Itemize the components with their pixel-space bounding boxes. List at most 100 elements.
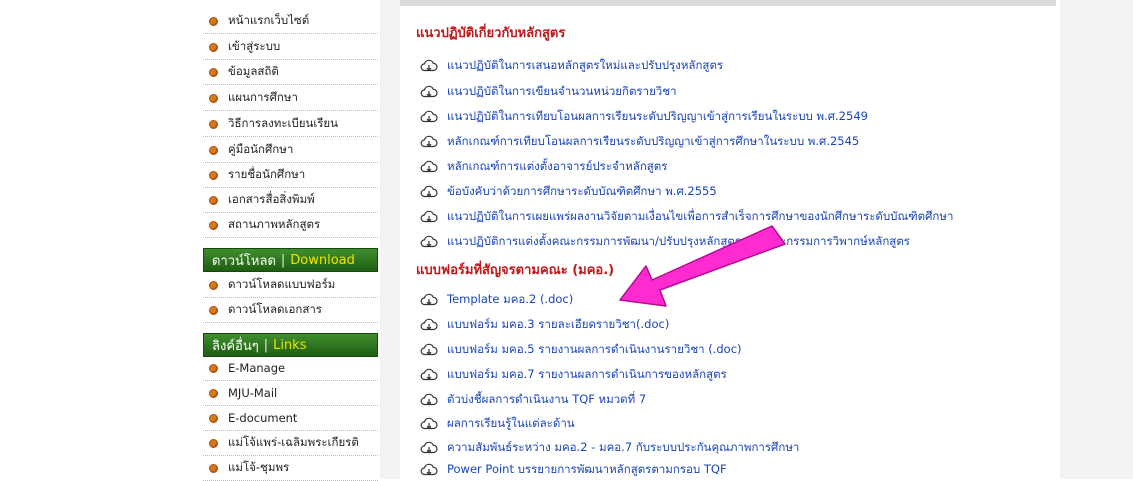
cloud-download-icon bbox=[420, 59, 438, 72]
sidebar-item-label: สถานภาพหลักสูตร bbox=[228, 217, 321, 231]
guideline-link[interactable]: แนวปฏิบัติในการเทียบโอนผลการเรียนระดับปร… bbox=[420, 107, 868, 127]
download-header-th: ดาวน์โหลด bbox=[212, 253, 276, 269]
cloud-download-icon bbox=[420, 393, 438, 406]
sidebar-item-label: เอกสารสื่อสิ่งพิมพ์ bbox=[228, 192, 315, 206]
sidebar-item-home[interactable]: หน้าแรกเว็บไซต์ bbox=[203, 9, 378, 34]
tqf-form-link[interactable]: ความสัมพันธ์ระหว่าง มคอ.2 - มคอ.7 กับระบ… bbox=[420, 438, 799, 458]
tqf-form-link[interactable]: ตัวบ่งชี้ผลการดำเนินงาน TQF หมวดที่ 7 bbox=[420, 390, 646, 410]
cloud-download-icon bbox=[420, 343, 438, 356]
link-label: แบบฟอร์ม มคอ.3 รายละเอียดรายวิชา(.doc) bbox=[447, 317, 670, 331]
sidebar-item-maejo-phrae[interactable]: แม่โจ้แพร่-เฉลิมพระเกียรติ bbox=[203, 431, 378, 456]
sidebar-item-label: แม่โจ้แพร่-เฉลิมพระเกียรติ bbox=[228, 435, 359, 449]
sidebar-item-label: วิธีการลงทะเบียนเรียน bbox=[228, 116, 339, 130]
link-label: แนวปฏิบัติในการเขียนจำนวนหน่วยกิตรายวิชา bbox=[447, 84, 677, 98]
sidebar-item-label: MJU-Mail bbox=[228, 386, 278, 400]
orange-bullet-icon bbox=[209, 220, 218, 230]
link-label: แบบฟอร์ม มคอ.7 รายงานผลการดำเนินการของหล… bbox=[447, 367, 727, 381]
guideline-link[interactable]: หลักเกณฑ์การแต่งตั้งอาจารย์ประจำหลักสูตร bbox=[420, 157, 667, 177]
download-header-en: Download bbox=[290, 252, 355, 268]
links-section-header: ลิงค์อื่นๆ | Links bbox=[203, 333, 378, 357]
link-label: ข้อบังคับว่าด้วยการศึกษาระดับบัณฑิตศึกษา… bbox=[447, 184, 717, 198]
orange-bullet-icon bbox=[209, 170, 218, 180]
sidebar-item-label: หน้าแรกเว็บไซต์ bbox=[228, 13, 310, 27]
guideline-link[interactable]: หลักเกณฑ์การเทียบโอนผลการเรียนระดับปริญญ… bbox=[420, 132, 859, 152]
cloud-download-icon bbox=[420, 235, 438, 248]
sidebar-item-e-manage[interactable]: E-Manage bbox=[203, 356, 378, 381]
tqf-form-link[interactable]: Template มคอ.2 (.doc) bbox=[420, 290, 573, 310]
tqf-form-link[interactable]: แบบฟอร์ม มคอ.5 รายงานผลการดำเนินงานรายวิ… bbox=[420, 340, 742, 360]
cloud-download-icon bbox=[420, 160, 438, 173]
orange-bullet-icon bbox=[209, 67, 218, 77]
link-label: แนวปฏิบัติในการเทียบโอนผลการเรียนระดับปร… bbox=[447, 109, 868, 123]
cloud-download-icon bbox=[420, 441, 438, 454]
orange-bullet-icon bbox=[209, 42, 218, 52]
cloud-download-icon bbox=[420, 185, 438, 198]
orange-bullet-icon bbox=[209, 195, 218, 205]
sidebar-item-registration[interactable]: วิธีการลงทะเบียนเรียน bbox=[203, 112, 378, 137]
sidebar-item-e-document[interactable]: E-document bbox=[203, 406, 378, 431]
cloud-download-icon bbox=[420, 110, 438, 123]
orange-bullet-icon bbox=[209, 280, 218, 290]
sidebar-item-statistics[interactable]: ข้อมูลสถิติ bbox=[203, 60, 378, 85]
tqf-form-link[interactable]: ผลการเรียนรู้ในแต่ละด้าน bbox=[420, 414, 575, 434]
sidebar-item-mju-mail[interactable]: MJU-Mail bbox=[203, 381, 378, 406]
link-label: ตัวบ่งชี้ผลการดำเนินงาน TQF หมวดที่ 7 bbox=[447, 392, 647, 406]
cloud-download-icon bbox=[420, 135, 438, 148]
link-label: แนวปฏิบัติในการเสนอหลักสูตรใหม่และปรับปร… bbox=[447, 58, 724, 72]
sidebar-item-label: ดาวน์โหลดเอกสาร bbox=[228, 302, 322, 316]
sidebar-item-label: รายชื่อนักศึกษา bbox=[228, 167, 306, 181]
sidebar: หน้าแรกเว็บไซต์ เข้าสู่ระบบ ข้อมูลสถิติ … bbox=[203, 0, 378, 481]
cloud-download-icon bbox=[420, 417, 438, 430]
sidebar-item-student-list[interactable]: รายชื่อนักศึกษา bbox=[203, 163, 378, 188]
link-label: หลักเกณฑ์การแต่งตั้งอาจารย์ประจำหลักสูตร bbox=[447, 159, 668, 173]
cloud-download-icon bbox=[420, 210, 438, 223]
sidebar-item-label: E-document bbox=[228, 411, 298, 425]
left-gutter bbox=[0, 0, 183, 479]
sidebar-item-curriculum-status[interactable]: สถานภาพหลักสูตร bbox=[203, 213, 378, 238]
arrow-annotation-icon bbox=[619, 225, 786, 307]
orange-bullet-icon bbox=[209, 413, 218, 423]
curriculum-guidelines-title: แนวปฏิบัติเกี่ยวกับหลักสูตร bbox=[416, 26, 566, 41]
guideline-link[interactable]: แนวปฏิบัติในการเขียนจำนวนหน่วยกิตรายวิชา bbox=[420, 82, 677, 102]
link-label: ผลการเรียนรู้ในแต่ละด้าน bbox=[447, 416, 575, 430]
orange-bullet-icon bbox=[209, 16, 218, 26]
tqf-form-link[interactable]: แบบฟอร์ม มคอ.7 รายงานผลการดำเนินการของหล… bbox=[420, 365, 727, 385]
link-label: หลักเกณฑ์การเทียบโอนผลการเรียนระดับปริญญ… bbox=[447, 134, 860, 148]
links-header-separator: | bbox=[263, 337, 269, 353]
sidebar-item-label: แผนการศึกษา bbox=[228, 90, 298, 104]
cloud-download-icon bbox=[420, 318, 438, 331]
sidebar-item-label: แม่โจ้-ชุมพร bbox=[228, 460, 290, 474]
sidebar-item-study-plan[interactable]: แผนการศึกษา bbox=[203, 86, 378, 111]
sidebar-item-publications[interactable]: เอกสารสื่อสิ่งพิมพ์ bbox=[203, 188, 378, 213]
links-header-th: ลิงค์อื่นๆ bbox=[212, 338, 259, 354]
sidebar-item-maejo-chumphon[interactable]: แม่โจ้-ชุมพร bbox=[203, 456, 378, 481]
orange-bullet-icon bbox=[209, 93, 218, 103]
sidebar-item-label: คู่มือนักศึกษา bbox=[228, 142, 294, 156]
sidebar-item-download-forms[interactable]: ดาวน์โหลดแบบฟอร์ม bbox=[203, 273, 378, 298]
column-divider bbox=[380, 0, 400, 479]
guideline-link[interactable]: แนวปฏิบัติในการเสนอหลักสูตรใหม่และปรับปร… bbox=[420, 56, 723, 76]
link-label: ความสัมพันธ์ระหว่าง มคอ.2 - มคอ.7 กับระบ… bbox=[447, 440, 800, 454]
download-section-header: ดาวน์โหลด | Download bbox=[203, 248, 378, 272]
tqf-forms-title: แบบฟอร์มที่สัญจรตามคณะ (มคอ.) bbox=[416, 263, 615, 278]
tqf-form-link[interactable]: แบบฟอร์ม มคอ.3 รายละเอียดรายวิชา(.doc) bbox=[420, 315, 669, 335]
link-label: แบบฟอร์ม มคอ.5 รายงานผลการดำเนินงานรายวิ… bbox=[447, 342, 742, 356]
cloud-download-icon bbox=[420, 293, 438, 306]
sidebar-item-login[interactable]: เข้าสู่ระบบ bbox=[203, 35, 378, 60]
orange-bullet-icon bbox=[209, 363, 218, 373]
cloud-download-icon bbox=[420, 463, 438, 476]
links-header-en: Links bbox=[273, 337, 307, 353]
sidebar-item-label: ข้อมูลสถิติ bbox=[228, 64, 279, 78]
orange-bullet-icon bbox=[209, 463, 218, 473]
orange-bullet-icon bbox=[209, 438, 218, 448]
orange-bullet-icon bbox=[209, 388, 218, 398]
right-gutter bbox=[1060, 0, 1133, 479]
tqf-form-link[interactable]: Power Point บรรยายการพัฒนาหลักสูตรตามกรอ… bbox=[420, 460, 727, 480]
sidebar-item-download-documents[interactable]: ดาวน์โหลดเอกสาร bbox=[203, 298, 378, 323]
cloud-download-icon bbox=[420, 368, 438, 381]
sidebar-item-student-manual[interactable]: คู่มือนักศึกษา bbox=[203, 138, 378, 163]
cloud-download-icon bbox=[420, 85, 438, 98]
guideline-link[interactable]: ข้อบังคับว่าด้วยการศึกษาระดับบัณฑิตศึกษา… bbox=[420, 182, 717, 202]
orange-bullet-icon bbox=[209, 305, 218, 315]
link-label: Power Point บรรยายการพัฒนาหลักสูตรตามกรอ… bbox=[447, 462, 727, 476]
